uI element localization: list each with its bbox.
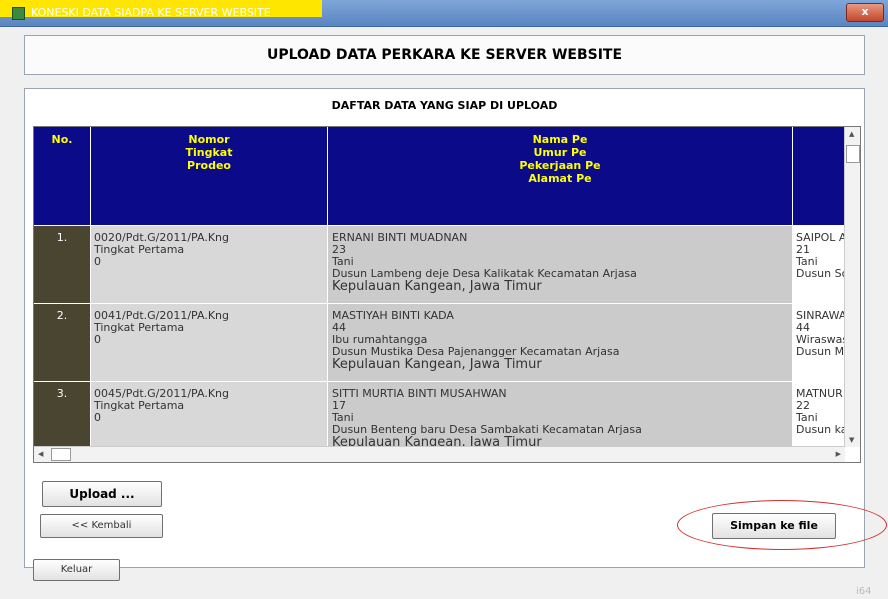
umur-pe: 17 <box>332 399 346 412</box>
scroll-right-icon[interactable]: ▶ <box>836 450 841 458</box>
exit-button[interactable]: Keluar <box>33 559 120 581</box>
table-row[interactable]: 2. 0041/Pdt.G/2011/PA.Kng Tingkat Pertam… <box>34 304 857 382</box>
column-header-nomor[interactable]: Nomor Tingkat Prodeo <box>91 127 328 225</box>
back-button[interactable]: << Kembali <box>40 514 163 538</box>
nomor-cell: 0041/Pdt.G/2011/PA.Kng Tingkat Pertama 0 <box>91 304 328 381</box>
tingkat: Tingkat Pertama <box>94 399 185 412</box>
vertical-scroll-thumb[interactable] <box>846 145 860 163</box>
horizontal-scrollbar[interactable]: ◀ ▶ <box>34 446 845 462</box>
column-header-nama[interactable]: Nama Pe Umur Pe Pekerjaan Pe Alamat Pe <box>328 127 793 225</box>
highlight-circle <box>677 500 887 550</box>
column-header-line: Prodeo <box>187 159 231 172</box>
table-row[interactable]: 1. 0020/Pdt.G/2011/PA.Kng Tingkat Pertam… <box>34 226 857 304</box>
column-header-no[interactable]: No. <box>34 127 91 225</box>
list-title: DAFTAR DATA YANG SIAP DI UPLOAD <box>331 99 558 112</box>
header-panel: UPLOAD DATA PERKARA KE SERVER WEBSITE <box>24 35 865 75</box>
umur-pe: 23 <box>332 243 346 256</box>
nama-pe: SITTI MURTIA BINTI MUSAHWAN <box>332 387 507 400</box>
column-header-line: Alamat Pe <box>528 172 592 185</box>
data-grid[interactable]: No. Nomor Tingkat Prodeo Nama Pe Umur Pe… <box>33 126 861 463</box>
column-header-line: Tingkat <box>185 146 233 159</box>
column-header-line: Umur Pe <box>533 146 587 159</box>
app-icon <box>12 7 25 20</box>
prodeo: 0 <box>94 411 101 424</box>
scroll-left-icon[interactable]: ◀ <box>38 450 43 458</box>
row-number-cell: 2. <box>34 304 90 381</box>
upload-button[interactable]: Upload ... <box>42 481 162 507</box>
column-header-line: Pekerjaan Pe <box>519 159 601 172</box>
column-header-line: Nama Pe <box>532 133 588 146</box>
row-number-cell: 1. <box>34 226 90 303</box>
column-header-tergugat[interactable] <box>793 127 845 225</box>
nama-pe: MASTIYAH BINTI KADA <box>332 309 454 322</box>
watermark: i64 <box>856 586 872 597</box>
row-number: 1. <box>56 231 68 244</box>
window-title: KONESKI DATA SIADPA KE SERVER WEBSITE <box>31 6 271 19</box>
prodeo: 0 <box>94 255 101 268</box>
tingkat: Tingkat Pertama <box>94 243 185 256</box>
pemohon-cell: MASTIYAH BINTI KADA 44 Ibu rumahtangga D… <box>328 304 793 381</box>
column-header-line: No. <box>51 133 73 146</box>
vertical-scrollbar[interactable]: ▲ ▼ <box>844 127 860 447</box>
nomor-cell: 0020/Pdt.G/2011/PA.Kng Tingkat Pertama 0 <box>91 226 328 303</box>
prodeo: 0 <box>94 333 101 346</box>
page-title: UPLOAD DATA PERKARA KE SERVER WEBSITE <box>266 47 623 63</box>
alamat-pe-region: Kepulauan Kangean, Jawa Timur <box>332 357 542 372</box>
row-number: 3. <box>56 387 68 400</box>
row-number: 2. <box>56 309 68 322</box>
alamat-pe-region: Kepulauan Kangean, Jawa Timur <box>332 279 542 294</box>
scroll-up-icon[interactable]: ▲ <box>849 130 854 138</box>
scroll-down-icon[interactable]: ▼ <box>849 436 854 444</box>
title-bar: KONESKI DATA SIADPA KE SERVER WEBSITE x <box>0 0 888 27</box>
close-button[interactable]: x <box>846 3 884 22</box>
pemohon-cell: ERNANI BINTI MUADNAN 23 Tani Dusun Lambe… <box>328 226 793 303</box>
horizontal-scroll-thumb[interactable] <box>51 448 71 461</box>
column-header-line: Nomor <box>188 133 230 146</box>
tingkat: Tingkat Pertama <box>94 321 185 334</box>
nama-pe: ERNANI BINTI MUADNAN <box>332 231 468 244</box>
